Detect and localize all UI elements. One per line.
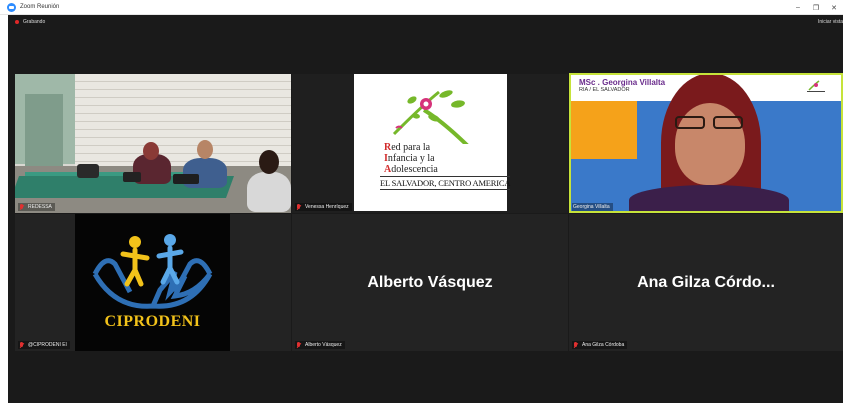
close-button[interactable]: ✕ — [825, 4, 843, 12]
participant-placeholder-name: Ana Gilza Córdo... — [637, 274, 775, 291]
muted-microphone-icon — [573, 341, 579, 349]
recording-dot-icon — [15, 20, 19, 24]
video-tile-georgina[interactable]: MSc . Georgina Villalta RIA / EL SALVADO… — [569, 73, 843, 213]
participant-name-tag: Venessa Henríquez — [295, 203, 352, 211]
participant-placeholder-name: Alberto Vásquez — [367, 274, 493, 291]
participant-name-tag: Ana Gilza Córdoba — [572, 341, 628, 349]
view-button[interactable]: Iniciar vista — [818, 19, 843, 25]
children-hands-icon — [92, 234, 213, 309]
meeting-top-strip: Grabando Iniciar vista — [8, 15, 843, 29]
participant-name-tag: Georgina Villalta — [572, 203, 613, 211]
ria-org-name: Red para la Infancia y la Adolescencia — [384, 142, 438, 175]
muted-microphone-icon — [296, 341, 302, 349]
maximize-button[interactable]: ❐ — [807, 4, 825, 12]
muted-microphone-icon — [19, 203, 25, 211]
ciprodeni-logo: CIPRODENI — [75, 214, 230, 351]
participant-name: Venessa Henríquez — [305, 204, 349, 210]
participant-name: Ana Gilza Córdoba — [582, 342, 625, 348]
meeting-area: Grabando Iniciar vista REDESSA Red para … — [8, 15, 843, 403]
ciprodeni-wordmark: CIPRODENI — [104, 313, 201, 330]
ria-logo: Red para la Infancia y la Adolescencia E… — [354, 74, 511, 211]
recording-label: Grabando — [23, 19, 46, 25]
zoom-meeting-window: Zoom Reunión – ❐ ✕ Grabando Iniciar vist… — [0, 0, 843, 404]
participant-name: Alberto Vásquez — [305, 342, 342, 348]
ria-flower-icon — [392, 90, 476, 154]
title-bar: Zoom Reunión – ❐ ✕ — [0, 0, 843, 15]
video-tile-redessa[interactable]: REDESSA — [15, 74, 291, 213]
participant-name: Georgina Villalta — [573, 204, 610, 210]
muted-microphone-icon — [19, 341, 25, 349]
window-title: Zoom Reunión — [20, 4, 60, 10]
active-speaker-border — [569, 73, 843, 213]
ria-country: EL SALVADOR, CENTRO AMERICA — [380, 176, 511, 190]
muted-microphone-icon — [296, 203, 302, 211]
recording-indicator[interactable]: Grabando — [15, 19, 45, 25]
zoom-logo-icon — [7, 2, 16, 12]
video-tile-ana[interactable]: Ana Gilza Córdo... Ana Gilza Córdoba — [569, 214, 843, 351]
meeting-room-video — [15, 74, 291, 213]
minimize-button[interactable]: – — [789, 4, 807, 11]
participant-name-tag: REDESSA — [18, 203, 55, 211]
participant-name: @CIPRODENI El — [28, 342, 67, 348]
video-tile-alberto[interactable]: Alberto Vásquez Alberto Vásquez — [292, 214, 568, 351]
participant-name: REDESSA — [28, 204, 52, 210]
window-controls: – ❐ ✕ — [789, 0, 843, 15]
video-tile-venessa[interactable]: Red para la Infancia y la Adolescencia E… — [292, 74, 568, 213]
video-tile-ciprodeni[interactable]: CIPRODENI @CIPRODENI El — [15, 214, 291, 351]
participant-name-tag: Alberto Vásquez — [295, 341, 345, 349]
participant-name-tag: @CIPRODENI El — [18, 341, 70, 349]
